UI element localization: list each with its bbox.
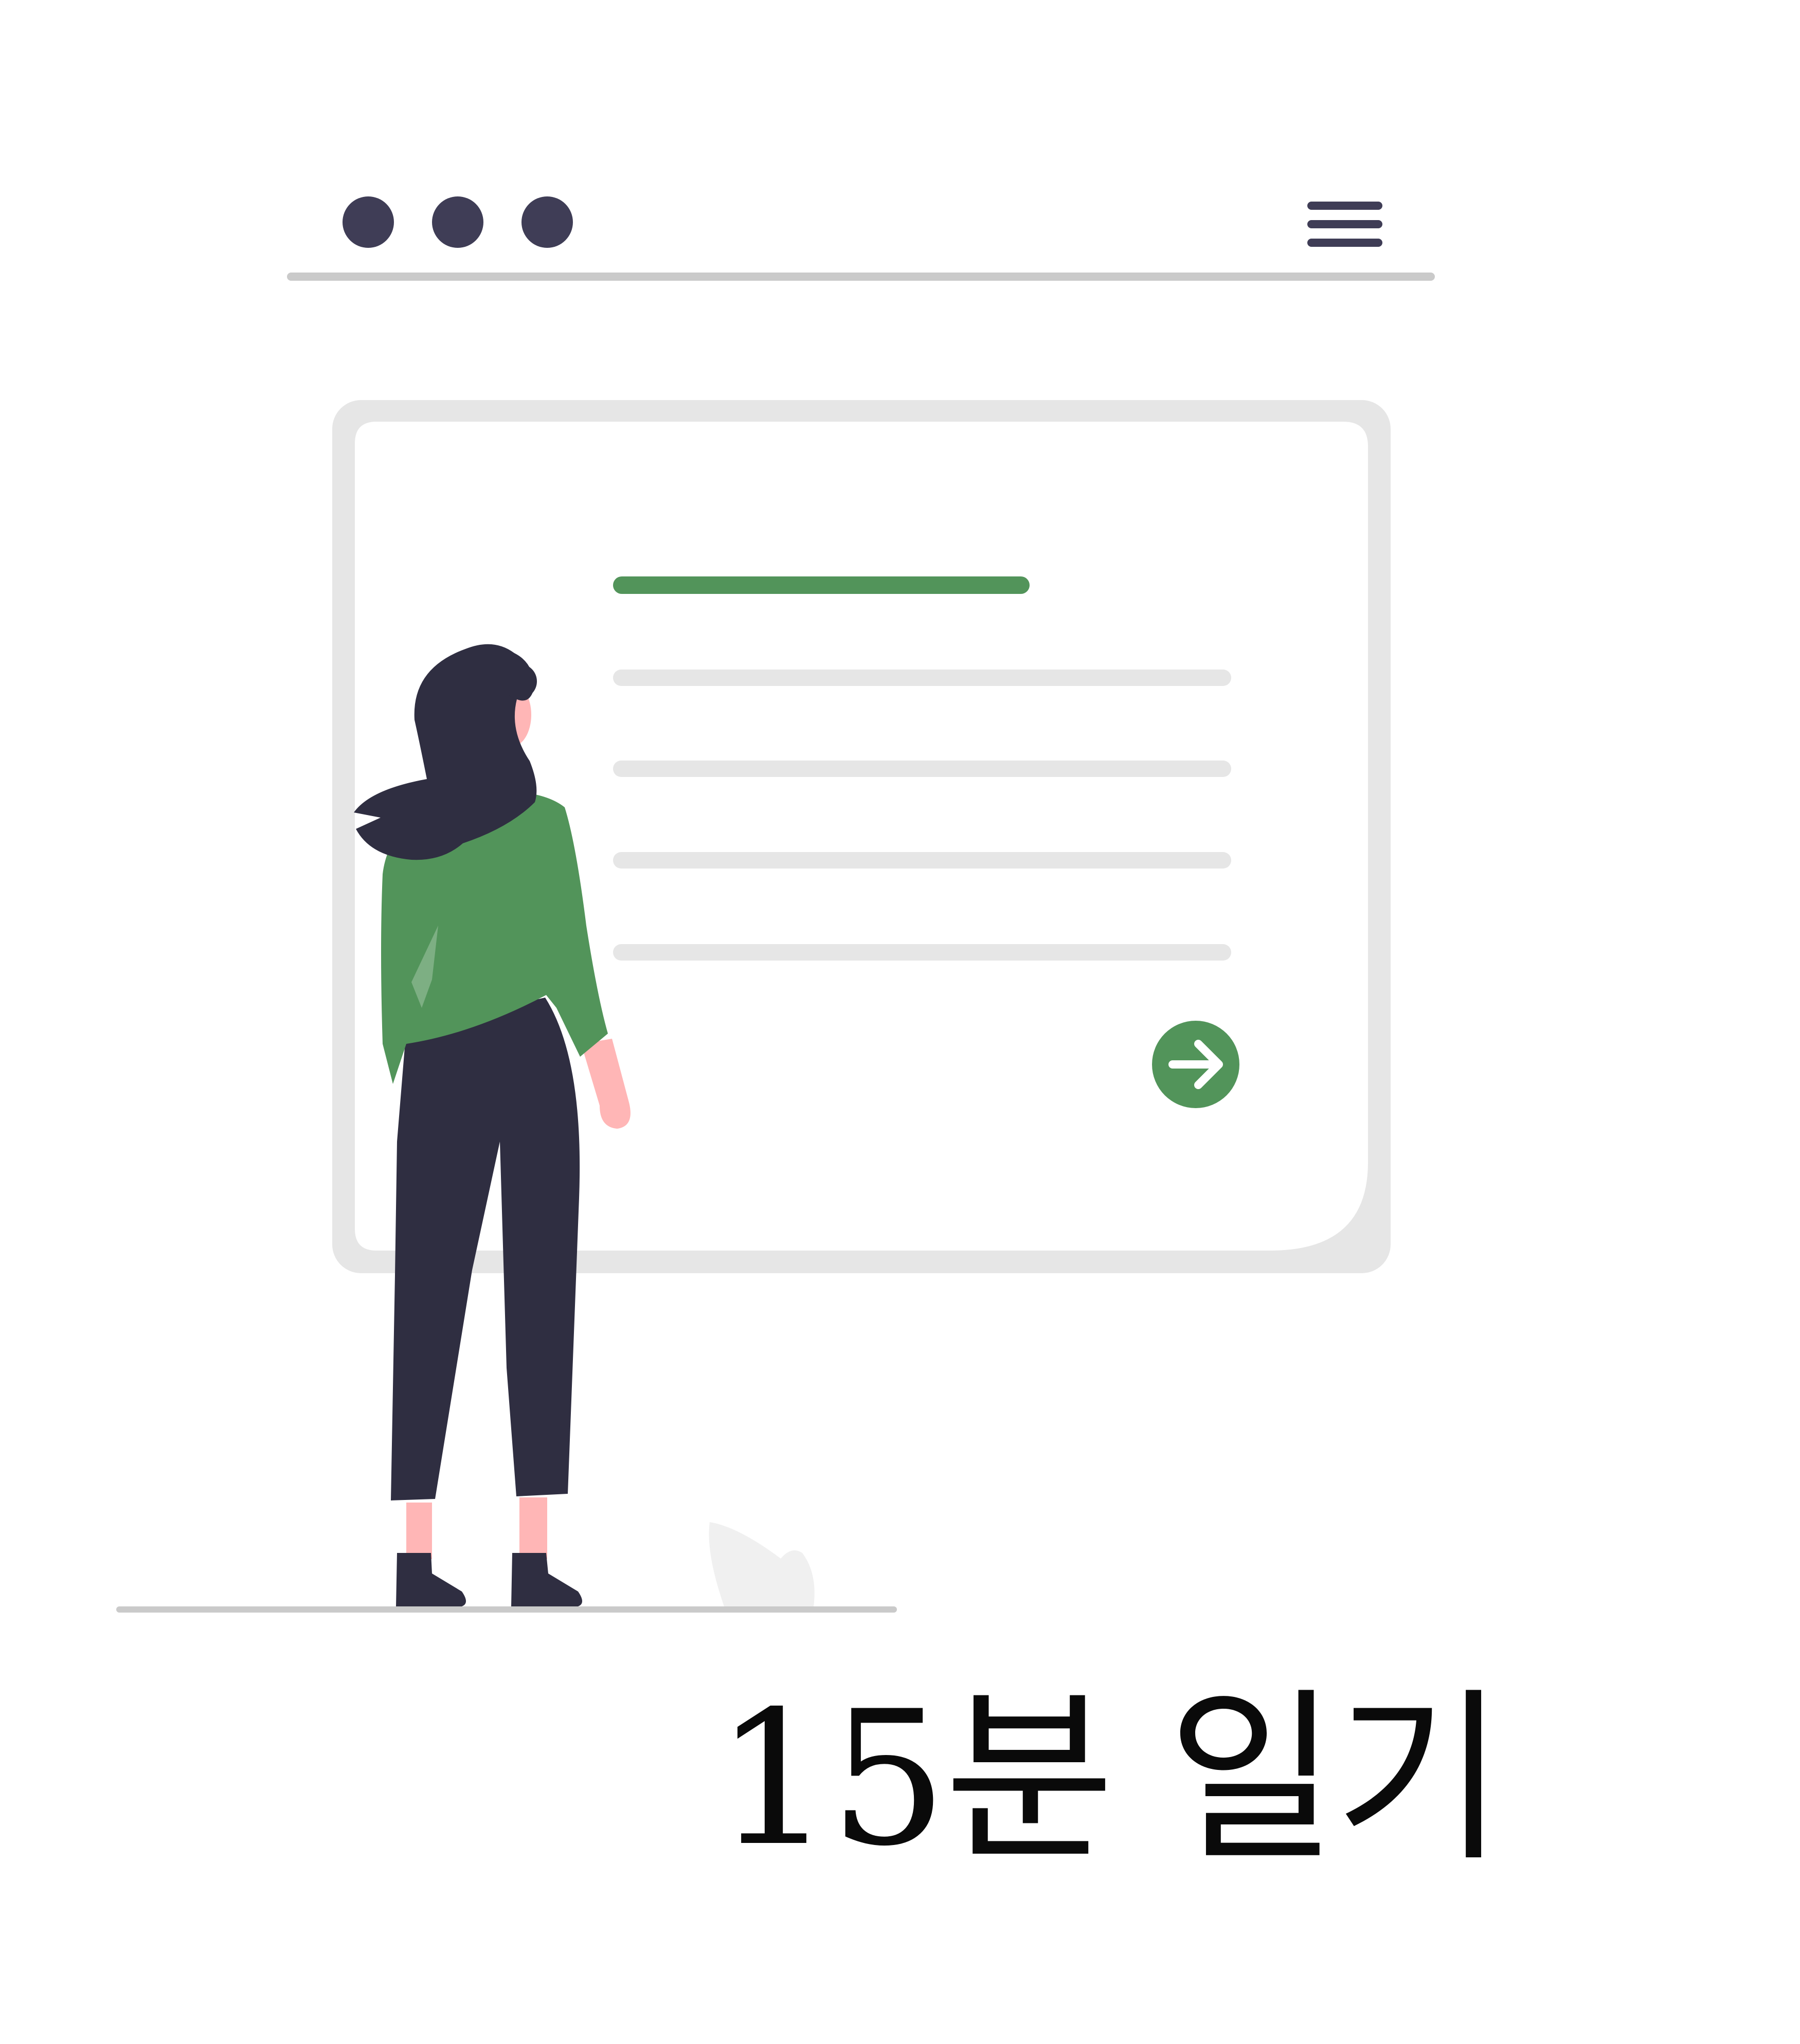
top-bar-divider — [287, 273, 1435, 281]
diary-title: 15분 일기 — [715, 1671, 1505, 1887]
ground-line — [116, 1606, 897, 1613]
woman-shoe — [511, 1553, 582, 1606]
woman-shoe — [396, 1553, 466, 1606]
window-dot-icon — [343, 196, 394, 248]
placeholder-line — [613, 852, 1231, 869]
title-line — [613, 576, 1030, 594]
woman-ankle — [519, 1497, 547, 1559]
window-dot-icon — [521, 196, 573, 248]
woman-ankle — [406, 1503, 432, 1559]
browser-top-bar — [287, 196, 1435, 281]
hamburger-menu-icon[interactable] — [1307, 202, 1382, 247]
window-dot-icon — [432, 196, 483, 248]
placeholder-line — [613, 944, 1231, 961]
placeholder-line — [613, 761, 1231, 777]
woman-hair-bun — [502, 664, 537, 699]
plant-leaves — [709, 1522, 815, 1606]
placeholder-line — [613, 670, 1231, 686]
next-button[interactable] — [1152, 1021, 1239, 1108]
